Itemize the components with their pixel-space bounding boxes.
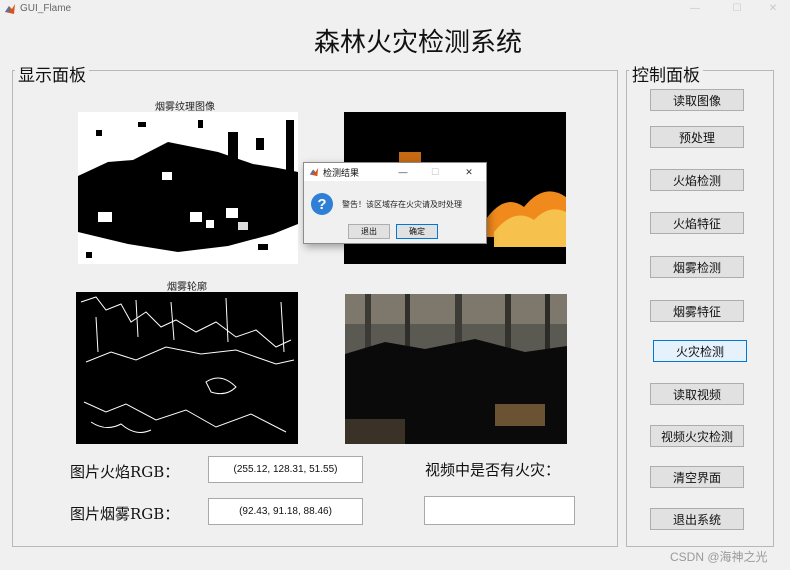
flame-rgb-field[interactable]: (255.12, 128.31, 51.55) bbox=[208, 456, 363, 483]
clear-interface-button[interactable]: 清空界面 bbox=[650, 466, 744, 488]
flame-rgb-label: 图片火焰RGB： bbox=[70, 463, 180, 481]
control-panel-title: 控制面板 bbox=[629, 61, 703, 86]
preprocess-button[interactable]: 预处理 bbox=[650, 126, 744, 148]
exit-system-button[interactable]: 退出系统 bbox=[650, 508, 744, 530]
question-icon: ? bbox=[311, 193, 333, 215]
matlab-icon bbox=[5, 3, 15, 14]
read-video-button[interactable]: 读取视频 bbox=[650, 383, 744, 405]
watermark: CSDN @海神之光 bbox=[670, 550, 768, 564]
fire-detection-button[interactable]: 火灾检测 bbox=[653, 340, 747, 362]
dialog-titlebar: 检测结果 — ☐ ✕ bbox=[304, 163, 486, 181]
flame-detection-button[interactable]: 火焰检测 bbox=[650, 169, 744, 191]
video-fire-label: 视频中是否有火灾： bbox=[425, 461, 561, 479]
smoke-contour-image bbox=[76, 292, 298, 444]
smoke-rgb-field[interactable]: (92.43, 91.18, 88.46) bbox=[208, 498, 363, 525]
minimize-button[interactable]: — bbox=[680, 0, 710, 17]
video-fire-field[interactable] bbox=[424, 496, 575, 525]
window-title: GUI_Flame bbox=[20, 3, 72, 14]
read-image-button[interactable]: 读取图像 bbox=[650, 89, 744, 111]
close-button[interactable]: ✕ bbox=[758, 0, 788, 17]
dialog-exit-button[interactable]: 退出 bbox=[348, 224, 390, 239]
fire-detection-image bbox=[345, 294, 567, 444]
dialog-ok-button[interactable]: 确定 bbox=[396, 224, 438, 239]
detection-result-dialog: 检测结果 — ☐ ✕ ? 警告！该区域存在火灾请及时处理 退出 确定 bbox=[303, 162, 487, 244]
flame-feature-button[interactable]: 火焰特征 bbox=[650, 212, 744, 234]
dialog-close-button[interactable]: ✕ bbox=[458, 163, 480, 181]
smoke-texture-image bbox=[78, 112, 298, 264]
smoke-feature-button[interactable]: 烟雾特征 bbox=[650, 300, 744, 322]
video-fire-detection-button[interactable]: 视频火灾检测 bbox=[650, 425, 744, 447]
matlab-icon bbox=[309, 167, 319, 177]
display-panel-title: 显示面板 bbox=[15, 61, 89, 86]
smoke-detection-button[interactable]: 烟雾检测 bbox=[650, 256, 744, 278]
dialog-maximize-button[interactable]: ☐ bbox=[424, 163, 446, 181]
smoke-contour-caption: 烟雾轮廓 bbox=[167, 282, 207, 293]
smoke-rgb-label: 图片烟雾RGB： bbox=[70, 505, 180, 523]
window-titlebar: GUI_Flame — ☐ ✕ bbox=[0, 0, 790, 17]
dialog-message: 警告！该区域存在火灾请及时处理 bbox=[342, 200, 462, 209]
dialog-title: 检测结果 bbox=[323, 167, 360, 178]
smoke-texture-caption: 烟雾纹理图像 bbox=[155, 102, 215, 113]
maximize-button[interactable]: ☐ bbox=[722, 0, 752, 17]
app-title: 森林火灾检测系统 bbox=[313, 28, 522, 58]
dialog-minimize-button[interactable]: — bbox=[392, 163, 414, 181]
